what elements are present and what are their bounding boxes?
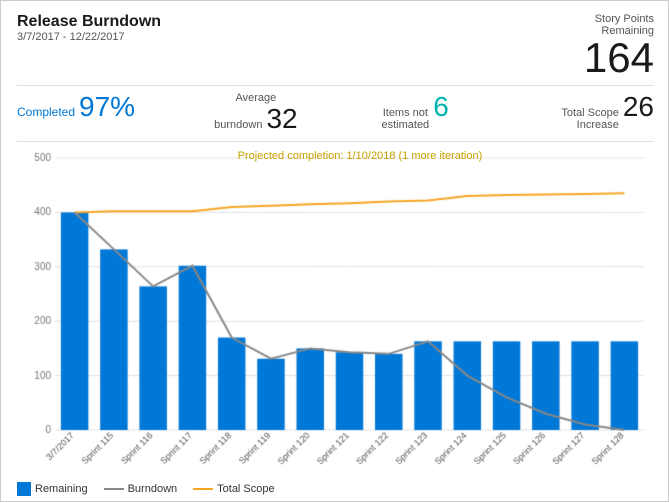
total-scope-value: 26: [623, 92, 654, 123]
legend-remaining: Remaining: [17, 482, 88, 496]
remaining-label: Remaining: [35, 483, 88, 495]
total-scope-icon: [193, 488, 213, 490]
metric-total-scope: Total Scope Increase 26: [495, 92, 654, 135]
legend-total-scope: Total Scope: [193, 483, 274, 495]
release-burndown-widget: Release Burndown 3/7/2017 - 12/22/2017 S…: [1, 1, 669, 503]
metric-avg-burndown: Average burndown 32: [176, 92, 335, 135]
story-points-block: Story Points Remaining 164: [584, 13, 654, 79]
chart-area: Projected completion: 1/10/2018 (1 more …: [17, 148, 654, 496]
chart-title: Release Burndown: [17, 13, 161, 31]
burndown-icon: [104, 488, 124, 490]
remaining-icon: [17, 482, 31, 496]
metric-items-not-estimated: Items not estimated 6: [336, 92, 495, 135]
metric-completed: Completed 97%: [17, 92, 176, 135]
title-block: Release Burndown 3/7/2017 - 12/22/2017: [17, 13, 161, 43]
completed-label: Completed: [17, 105, 75, 119]
date-range: 3/7/2017 - 12/22/2017: [17, 31, 161, 43]
projected-label: Projected completion: 1/10/2018 (1 more …: [238, 150, 483, 162]
metrics-row: Completed 97% Average burndown 32 Items …: [17, 85, 654, 142]
total-scope-label: Total Scope: [217, 483, 274, 495]
items-not-estimated-value: 6: [433, 92, 449, 123]
header-row: Release Burndown 3/7/2017 - 12/22/2017 S…: [17, 13, 654, 79]
avg-burndown-value: 32: [266, 104, 297, 135]
burndown-label: Burndown: [128, 483, 178, 495]
chart-legend: Remaining Burndown Total Scope: [17, 482, 654, 496]
legend-burndown: Burndown: [104, 483, 178, 495]
burndown-chart: [17, 148, 654, 478]
completed-value: 97%: [79, 92, 135, 123]
story-points-value: 164: [584, 34, 654, 81]
